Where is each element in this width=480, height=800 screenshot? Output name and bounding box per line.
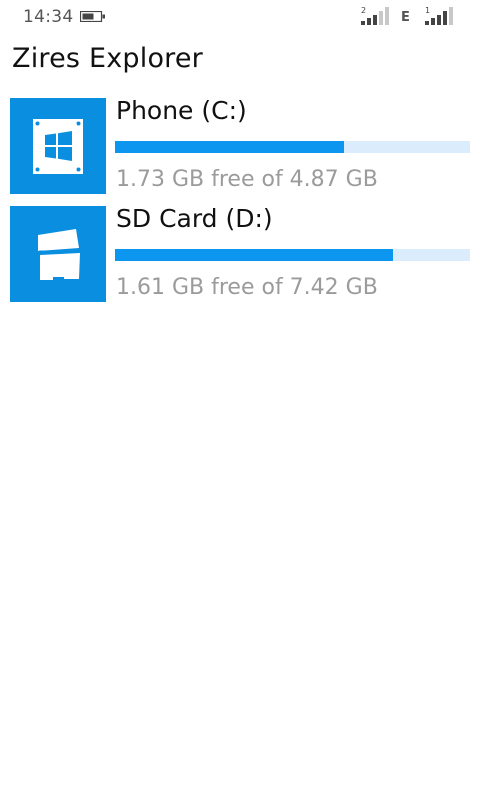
drive-tile [10,98,106,194]
network-type-label: E [401,10,410,25]
drive-name: SD Card (D:) [116,204,273,233]
page-title: Zires Explorer [12,43,203,74]
drive-name: Phone (C:) [116,96,247,125]
drive-tile [10,206,106,302]
status-bar: 14:34 2 E 1 [0,0,480,34]
drive-item-phone[interactable]: Phone (C:) 1.73 GB free of 4.87 GB [10,96,470,194]
sd-card-icon [38,229,80,280]
signal-strength-sim1-icon: 2 [361,6,389,25]
battery-icon [80,11,105,22]
drive-free-space: 1.73 GB free of 4.87 GB [116,167,378,192]
sim2-label: 1 [425,6,430,15]
storage-usage-bar [115,249,470,261]
sim1-label: 2 [361,6,366,15]
status-time: 14:34 [23,7,74,27]
drive-free-space: 1.61 GB free of 7.42 GB [116,275,378,300]
signal-strength-sim2-icon: 1 [425,6,453,25]
storage-usage-bar [115,141,470,153]
drive-item-sd-card[interactable]: SD Card (D:) 1.61 GB free of 7.42 GB [10,204,470,302]
storage-usage-fill [115,249,393,261]
storage-usage-fill [115,141,344,153]
windows-drive-icon [33,119,83,174]
